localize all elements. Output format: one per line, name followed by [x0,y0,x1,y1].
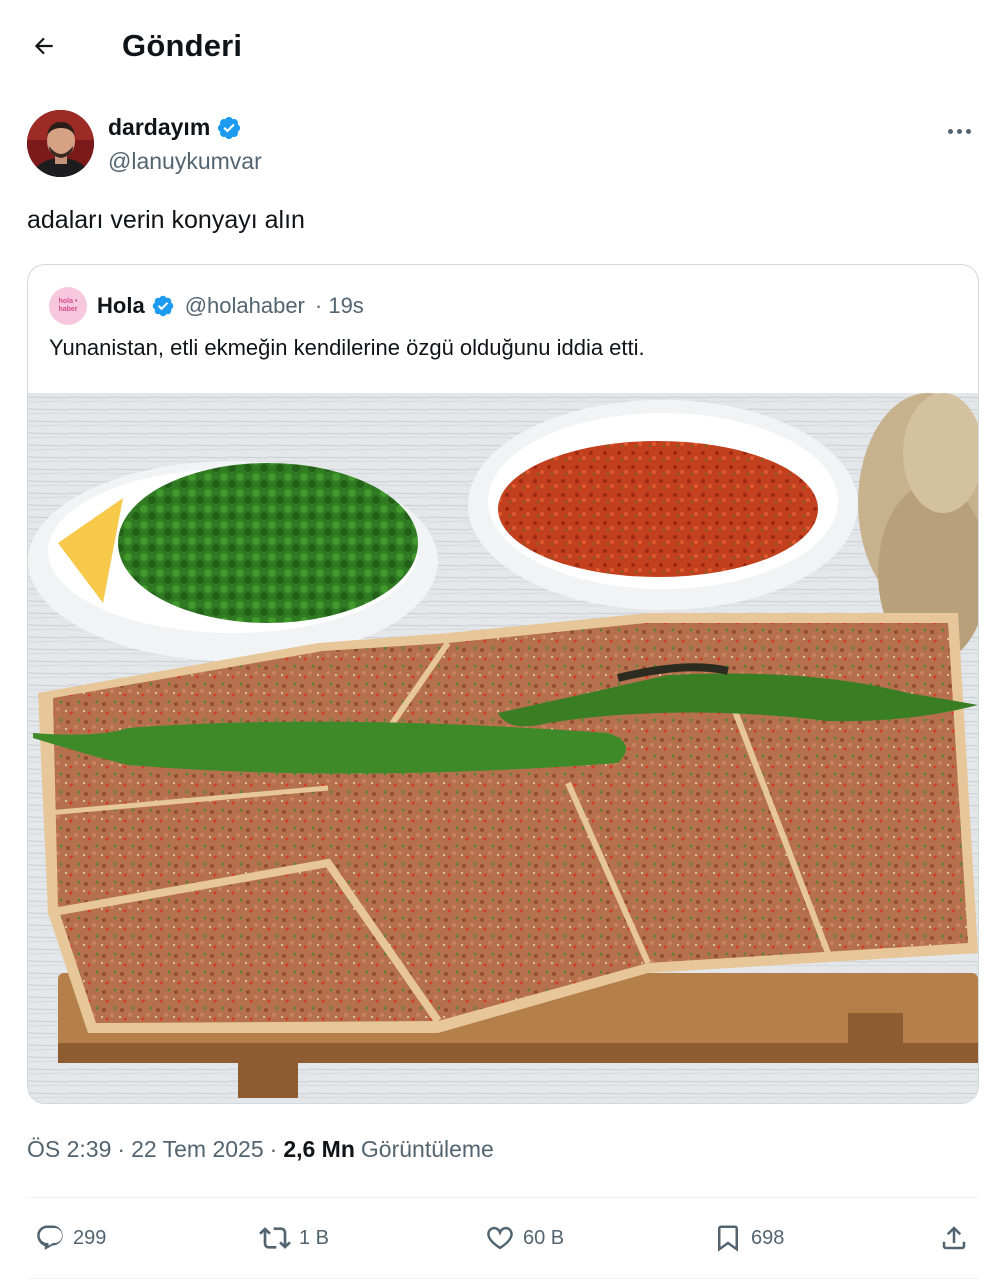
divider [27,1197,979,1198]
reply-button[interactable]: 299 [35,1223,106,1253]
quoted-tweet[interactable]: hola • haber Hola @holahaber · 19s Yunan… [27,264,979,1104]
author-name-row: dardayım [108,114,242,141]
bookmark-button[interactable]: 698 [713,1223,784,1253]
meta-separator: · [269,1136,278,1162]
back-button[interactable] [24,26,64,66]
lahmacun-photo[interactable] [28,393,978,1103]
avatar[interactable] [27,110,94,177]
share-button[interactable] [939,1223,969,1253]
divider [27,1278,979,1279]
quoted-author-name: Hola [97,293,145,318]
heart-icon [487,1226,513,1250]
arrow-left-icon [34,37,53,55]
verified-badge-icon [152,295,173,317]
page-title: Gönderi [122,28,243,63]
tweet-text: adaları verin konyayı alın [27,206,305,234]
quoted-tweet-header: hola • haber Hola @holahaber · 19s [49,287,364,325]
quoted-avatar[interactable]: hola • haber [49,287,87,325]
reply-count: 299 [73,1226,107,1249]
quoted-author-handle: @holahaber [184,293,305,318]
reply-icon [37,1225,63,1250]
meta-separator: · [117,1136,126,1162]
like-count: 60 B [523,1226,565,1249]
retweet-button[interactable]: 1 B [259,1222,329,1254]
more-dot [965,128,971,134]
bookmark-icon [718,1225,738,1252]
tweet-date[interactable]: 22 Tem 2025 [131,1136,264,1163]
quoted-tweet-time: · 19s [314,293,364,318]
tweet-meta: ÖS 2:39 · 22 Tem 2025 · 2,6 Mn Görüntüle… [27,1136,494,1163]
view-count: 2,6 Mn [283,1136,355,1162]
like-button[interactable]: 60 B [485,1223,564,1253]
author-handle[interactable]: @lanuykumvar [108,148,262,175]
author-name[interactable]: dardayım [108,114,210,141]
retweet-icon [259,1227,291,1249]
quoted-tweet-text: Yunanistan, etli ekmeğin kendilerine özg… [49,335,645,360]
verified-badge-icon [218,116,241,139]
tweet-time[interactable]: ÖS 2:39 [27,1136,111,1163]
bookmark-count: 698 [751,1226,785,1249]
tweet-actions: 299 1 B 60 B 698 [27,1212,979,1264]
share-icon [942,1226,966,1250]
page-header: Gönderi [0,0,1000,95]
retweet-count: 1 B [299,1226,330,1249]
view-label: Görüntüleme [360,1136,494,1162]
more-dot [947,128,953,134]
more-dot [956,128,962,134]
more-options-button[interactable] [941,116,977,146]
quoted-avatar-logo: hola • haber [58,298,78,313]
tweet-author: dardayım @lanuykumvar [27,110,977,180]
